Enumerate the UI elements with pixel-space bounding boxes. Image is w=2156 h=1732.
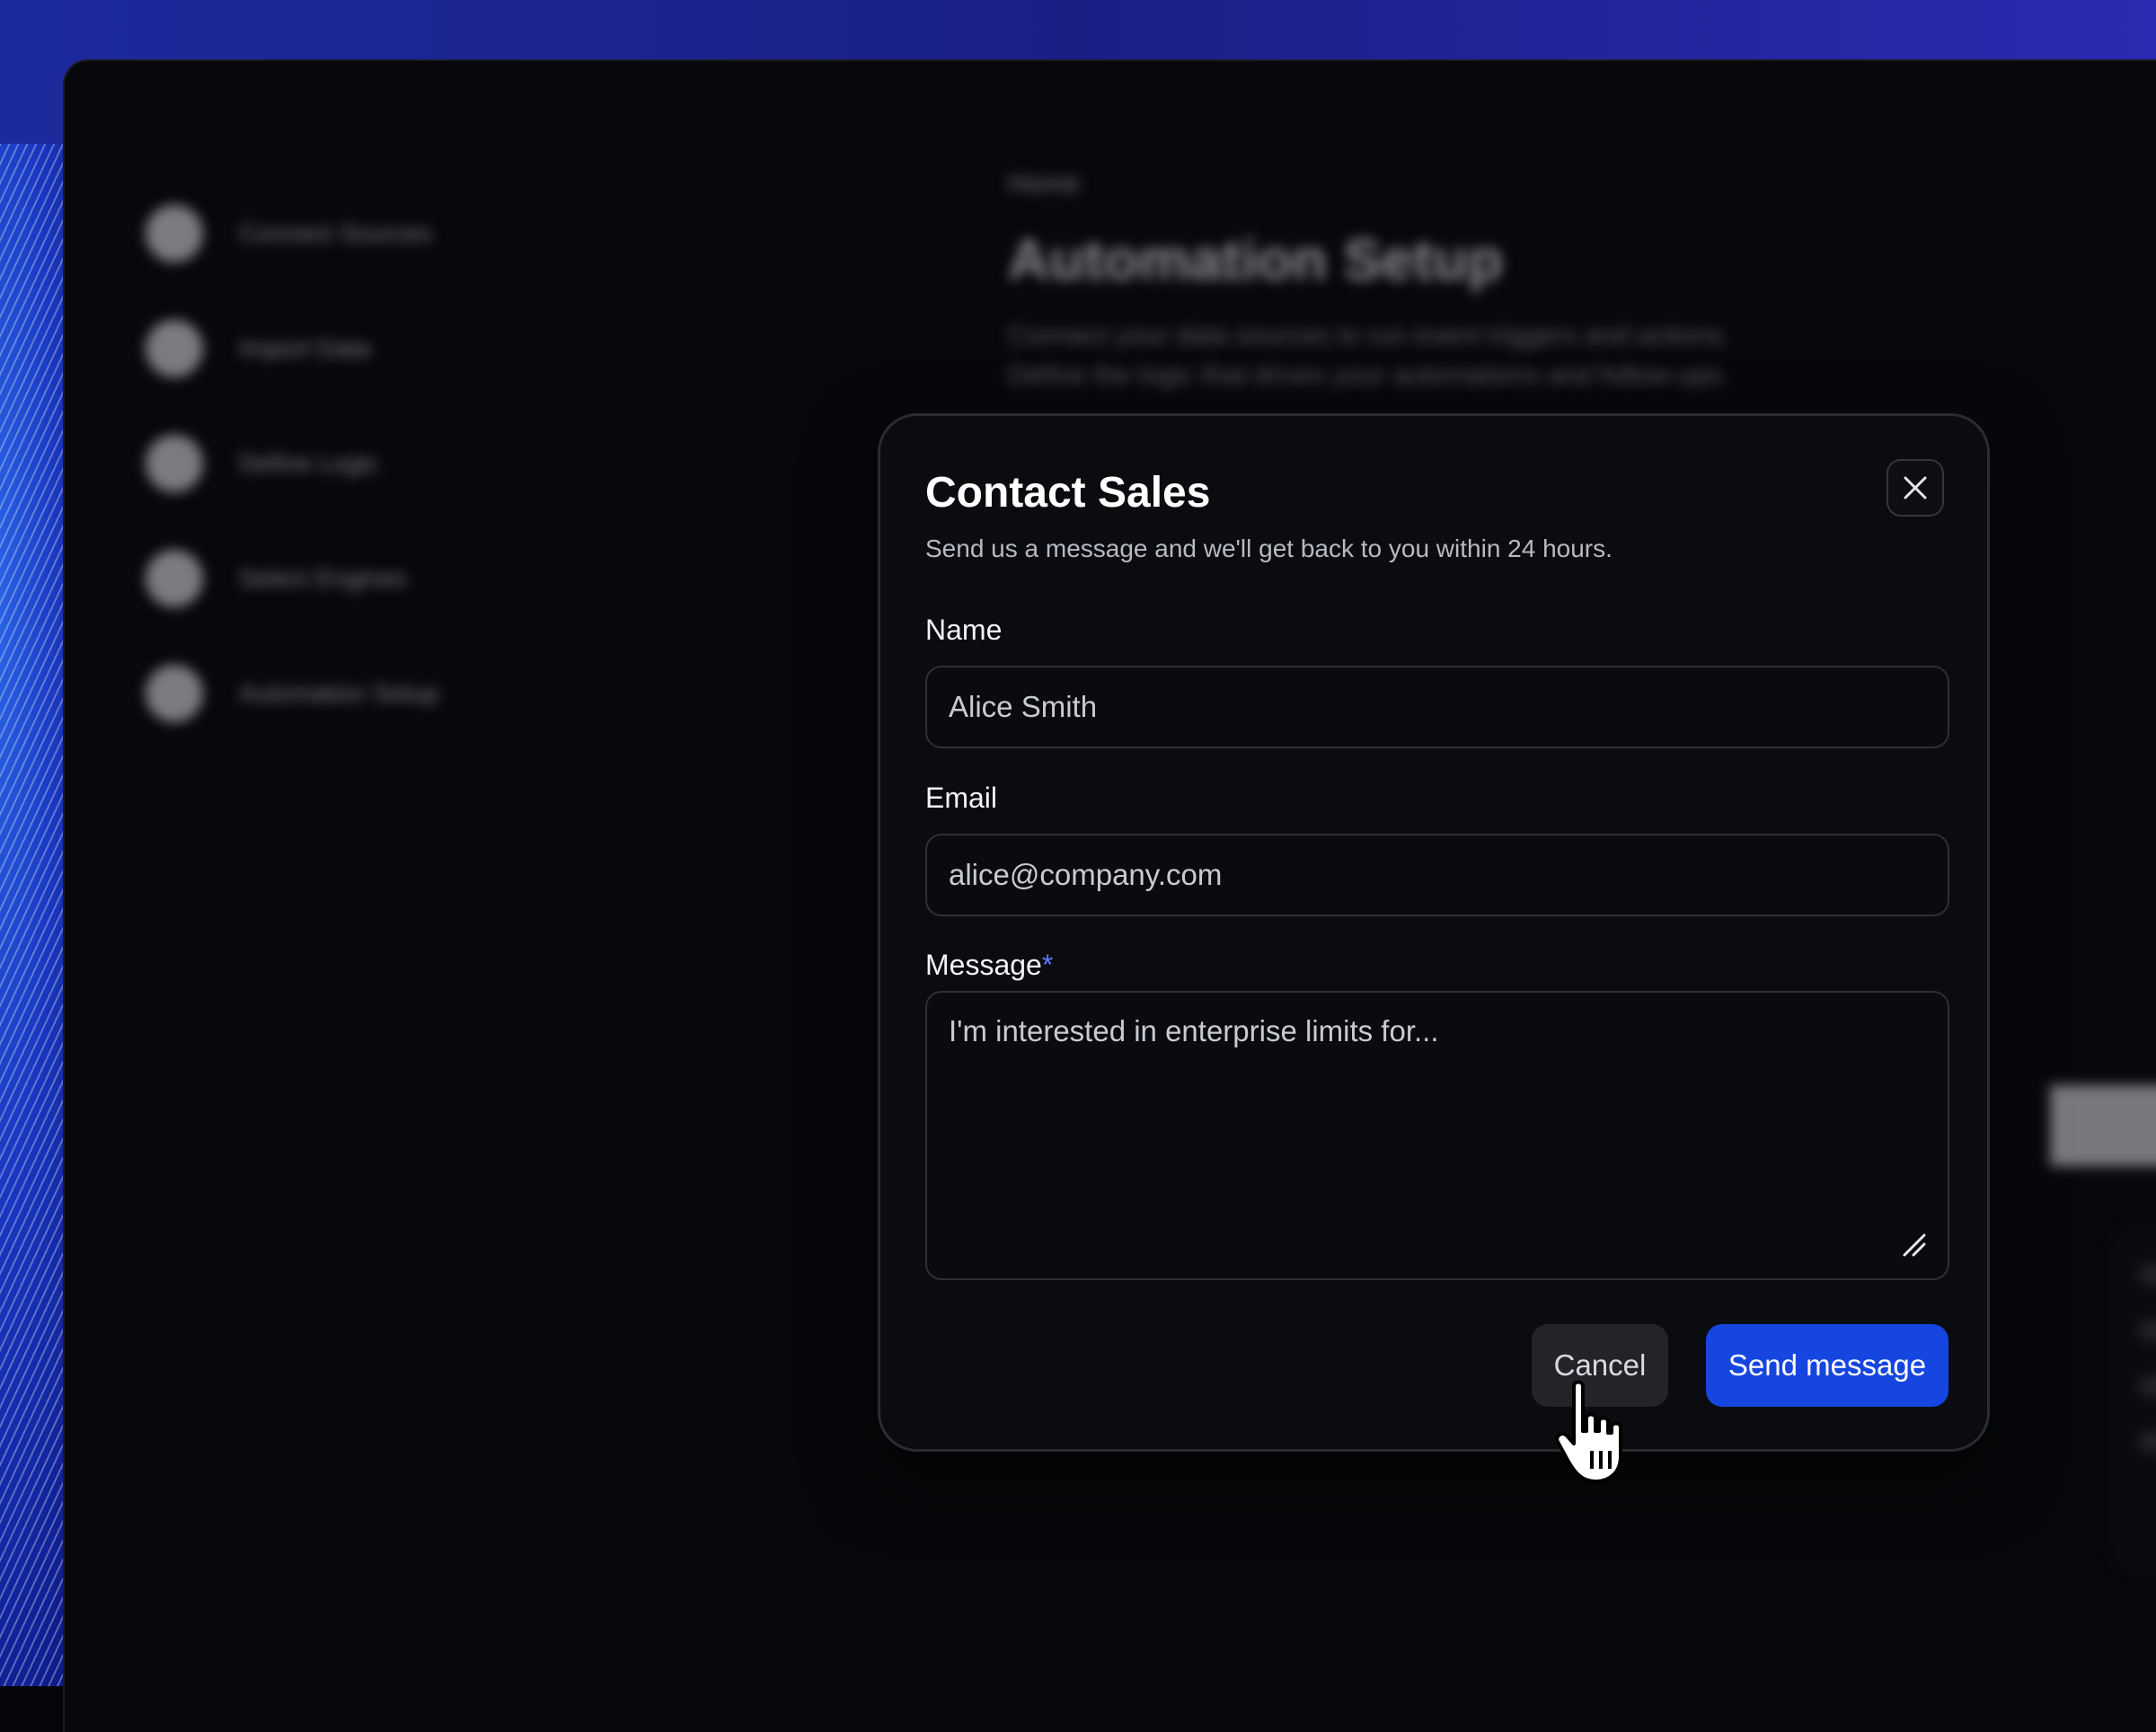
step-icon [146, 550, 203, 607]
step-icon [146, 435, 203, 492]
sidebar-item-label: Connect Sources [239, 219, 432, 247]
page-description-line: Define the logic that drives your automa… [1008, 360, 1729, 390]
send-message-button[interactable]: Send message [1706, 1324, 1948, 1407]
step-icon [146, 205, 203, 262]
close-button[interactable] [1886, 459, 1944, 517]
message-placeholder: I'm interested in enterprise limits for.… [949, 1014, 1439, 1047]
page-description-line: Connect your data sources to run event t… [1008, 321, 1730, 350]
message-label-text: Message [925, 949, 1042, 981]
breadcrumb: Home [1008, 169, 1081, 199]
sidebar-item-label: Select Engines [239, 564, 407, 592]
email-input[interactable] [925, 834, 1949, 916]
sidebar-item[interactable]: Define Logic [146, 435, 595, 492]
background-bar [2050, 1085, 2156, 1166]
name-input[interactable] [925, 666, 1949, 748]
message-label: Message* [925, 949, 1053, 982]
sidebar-item-label: Automation Setup [239, 679, 439, 707]
dialog-title: Contact Sales [925, 469, 1211, 517]
background-card [2113, 1229, 2156, 1570]
required-marker: * [1041, 949, 1054, 981]
dialog-subtitle: Send us a message and we'll get back to … [925, 535, 1613, 562]
step-icon [146, 320, 203, 377]
sidebar-item[interactable]: Automation Setup [146, 665, 595, 722]
page-title: Automation Setup [1008, 227, 1504, 292]
contact-sales-dialog: Contact Sales Send us a message and we'l… [878, 413, 1990, 1452]
name-label: Name [925, 614, 1003, 646]
sidebar: Connect Sources Import Data Define Logic… [146, 205, 595, 780]
step-icon [146, 665, 203, 722]
placeholder-line [2140, 1265, 2156, 1285]
page-description: Connect your data sources to run event t… [1008, 316, 2086, 395]
resize-handle-icon[interactable] [1901, 1232, 1928, 1259]
page-header: Home Automation Setup Connect your data … [1008, 169, 2086, 395]
sidebar-item[interactable]: Import Data [146, 320, 595, 377]
sidebar-item[interactable]: Select Engines [146, 550, 595, 607]
email-label: Email [925, 782, 998, 814]
sidebar-item-label: Define Logic [239, 449, 379, 477]
close-icon [1904, 476, 1927, 499]
sidebar-item-label: Import Data [239, 334, 371, 362]
message-textarea[interactable]: I'm interested in enterprise limits for.… [925, 991, 1949, 1280]
placeholder-line [2140, 1321, 2156, 1340]
sidebar-item[interactable]: Connect Sources [146, 205, 595, 262]
placeholder-line [2140, 1376, 2156, 1396]
hand-pointer-cursor-icon [1555, 1380, 1622, 1483]
placeholder-line [2140, 1432, 2156, 1452]
